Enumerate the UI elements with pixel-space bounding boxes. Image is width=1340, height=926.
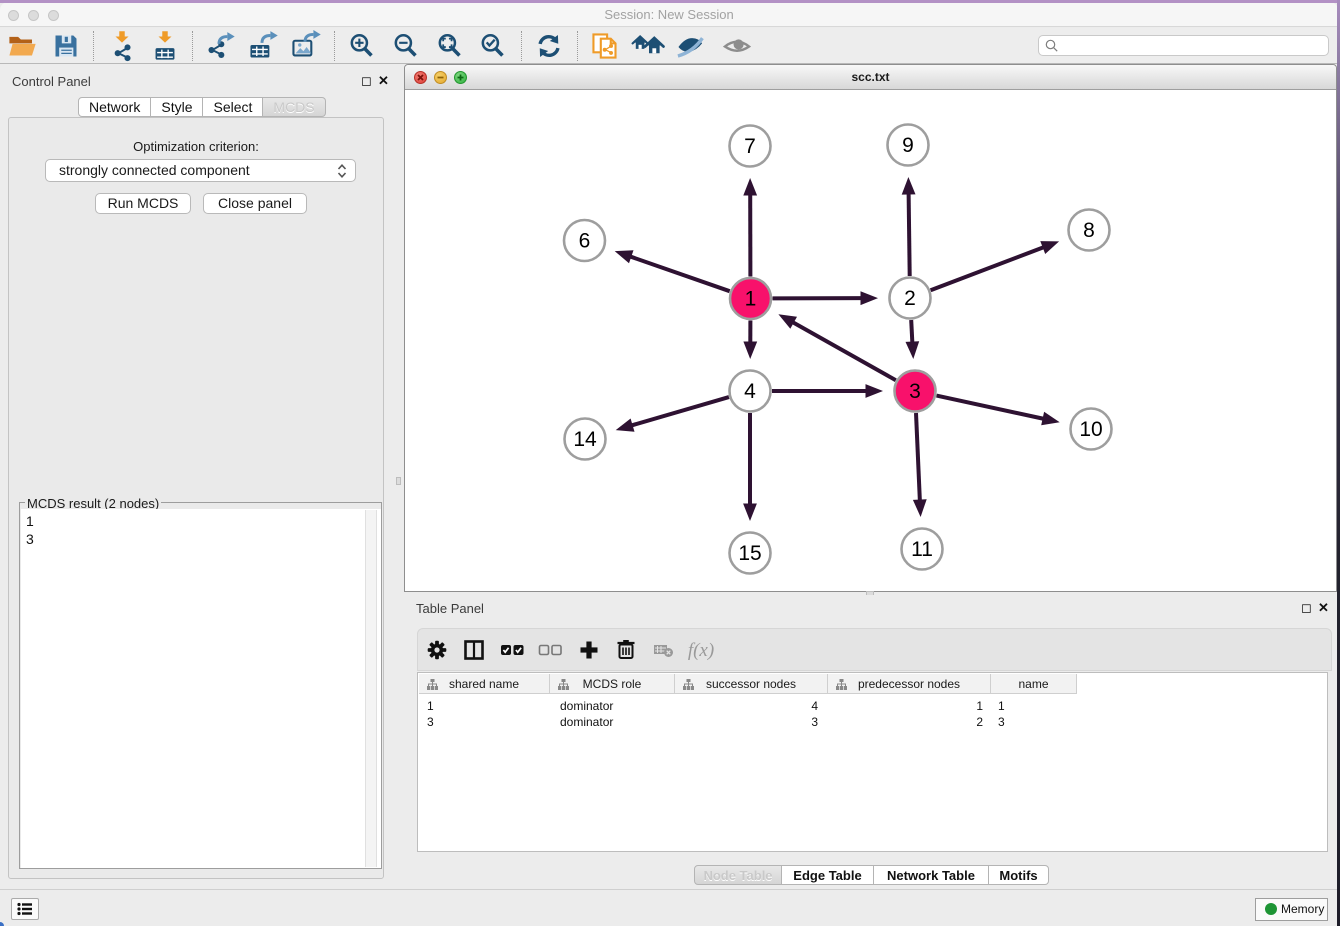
svg-text:11: 11	[911, 538, 933, 561]
svg-text:4: 4	[744, 380, 756, 403]
svg-text:7: 7	[744, 135, 756, 158]
svg-text:14: 14	[573, 428, 597, 451]
svg-text:2: 2	[904, 287, 916, 310]
svg-text:10: 10	[1079, 418, 1102, 441]
svg-text:8: 8	[1083, 219, 1095, 242]
svg-text:f(x): f(x)	[688, 640, 714, 661]
svg-text:3: 3	[909, 380, 921, 403]
svg-text:1: 1	[745, 288, 757, 311]
svg-text:6: 6	[579, 230, 591, 253]
svg-text:15: 15	[738, 542, 761, 565]
svg-text:9: 9	[902, 134, 914, 157]
